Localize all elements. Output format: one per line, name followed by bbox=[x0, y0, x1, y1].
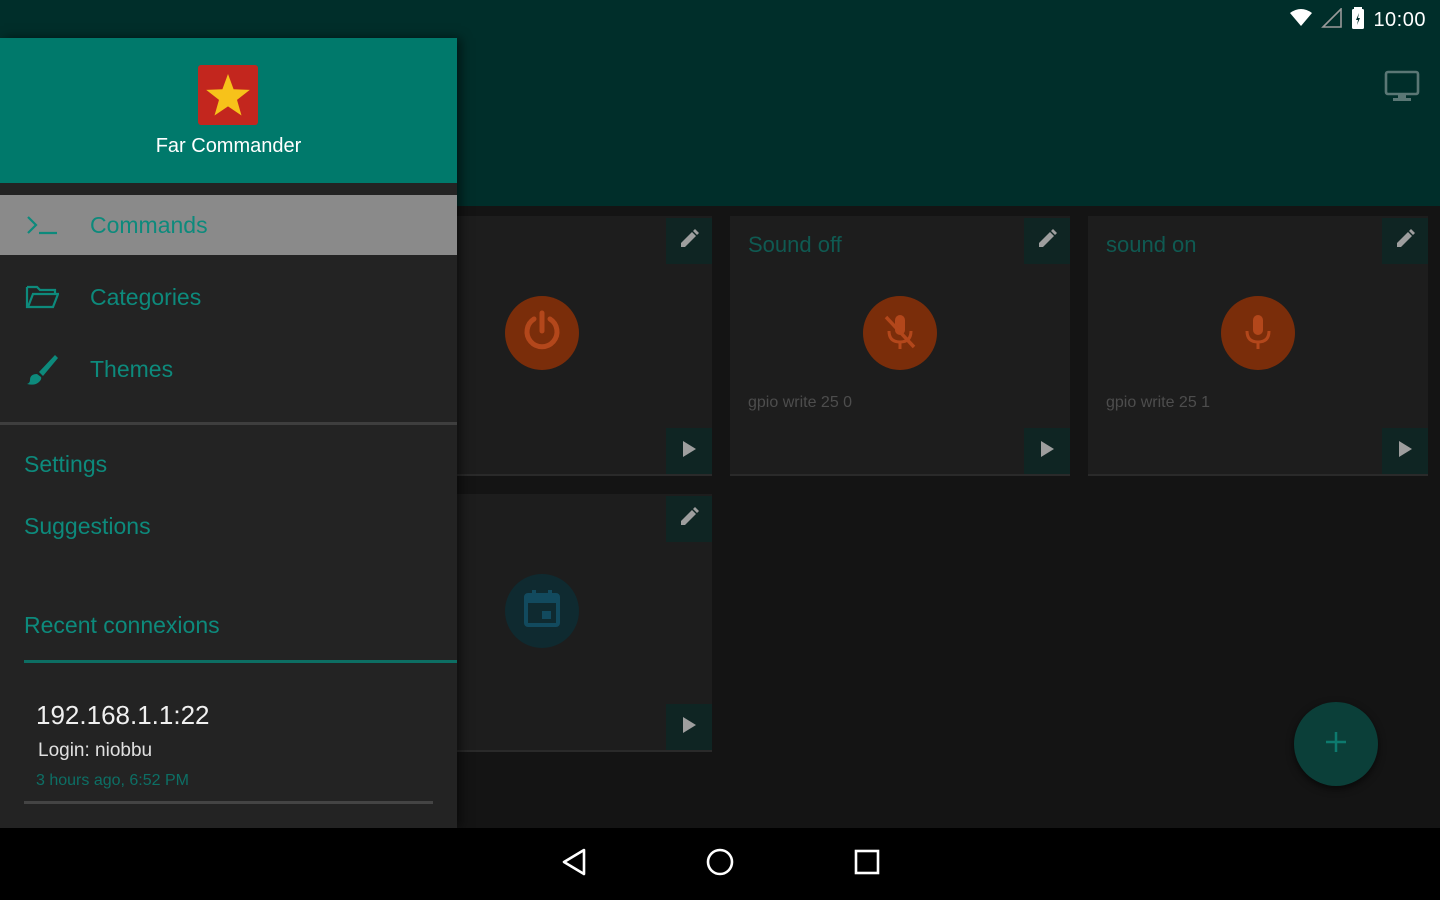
system-nav-bar bbox=[0, 828, 1440, 900]
app-name: Far Commander bbox=[155, 135, 302, 157]
card-title: Sound off bbox=[748, 232, 842, 257]
command-icon-circle bbox=[505, 296, 579, 370]
command-icon-circle bbox=[1221, 296, 1295, 370]
star-logo bbox=[198, 65, 258, 125]
play-icon bbox=[681, 440, 697, 463]
status-icons: 10:00 bbox=[1289, 6, 1426, 34]
terminal-icon bbox=[24, 207, 60, 243]
cell-signal-icon bbox=[1321, 6, 1343, 33]
battery-icon bbox=[1351, 6, 1365, 34]
pencil-icon bbox=[1036, 228, 1058, 255]
edit-button[interactable] bbox=[666, 496, 712, 542]
recent-connections-title: Recent connexions bbox=[24, 612, 220, 638]
drawer-header: Far Commander bbox=[0, 38, 457, 183]
connection-login: Login: niobbu bbox=[38, 740, 153, 761]
back-icon bbox=[560, 847, 588, 882]
mic-icon bbox=[1236, 309, 1280, 358]
suggestions-link[interactable]: Suggestions bbox=[24, 513, 151, 540]
pencil-icon bbox=[678, 228, 700, 255]
brush-icon bbox=[24, 351, 60, 387]
run-button[interactable] bbox=[666, 704, 712, 750]
edit-button[interactable] bbox=[1382, 218, 1428, 264]
divider bbox=[0, 422, 457, 425]
command-icon-circle bbox=[863, 296, 937, 370]
navigation-drawer: Far Commander Commands Categories Themes… bbox=[0, 38, 457, 828]
pencil-icon bbox=[678, 506, 700, 533]
play-icon bbox=[681, 716, 697, 739]
play-icon bbox=[1397, 440, 1413, 463]
command-card[interactable]: Sound off gpio write 25 0 bbox=[730, 216, 1070, 476]
play-icon bbox=[1039, 440, 1055, 463]
card-title: sound on bbox=[1106, 232, 1197, 257]
menu-item-categories[interactable]: Categories bbox=[0, 267, 457, 327]
connection-time: 3 hours ago, 6:52 PM bbox=[36, 772, 189, 789]
recents-icon bbox=[853, 848, 881, 881]
calendar-icon bbox=[520, 587, 564, 636]
menu-item-label: Categories bbox=[90, 283, 202, 310]
run-button[interactable] bbox=[1024, 428, 1070, 474]
home-button[interactable] bbox=[700, 844, 740, 884]
settings-link[interactable]: Settings bbox=[24, 451, 107, 478]
mic-off-icon bbox=[878, 309, 922, 358]
menu-item-label: Themes bbox=[90, 355, 174, 382]
run-button[interactable] bbox=[1382, 428, 1428, 474]
power-icon bbox=[519, 308, 565, 359]
home-icon bbox=[705, 847, 735, 882]
run-button[interactable] bbox=[666, 428, 712, 474]
pencil-icon bbox=[1394, 228, 1416, 255]
wifi-icon bbox=[1289, 8, 1313, 33]
edit-button[interactable] bbox=[1024, 218, 1070, 264]
plus-icon bbox=[1323, 729, 1349, 760]
menu-item-commands[interactable]: Commands bbox=[0, 195, 457, 255]
folder-open-icon bbox=[24, 279, 60, 315]
divider bbox=[24, 801, 433, 804]
command-icon-circle bbox=[505, 574, 579, 648]
divider bbox=[24, 660, 457, 663]
recents-button[interactable] bbox=[847, 844, 887, 884]
status-time: 10:00 bbox=[1373, 8, 1426, 31]
command-card[interactable]: sound on gpio write 25 1 bbox=[1088, 216, 1428, 476]
card-command: gpio write 25 1 bbox=[1106, 394, 1211, 411]
add-command-button[interactable] bbox=[1294, 702, 1378, 786]
status-bar: 10:00 bbox=[0, 0, 1440, 40]
menu-item-themes[interactable]: Themes bbox=[0, 339, 457, 399]
monitor-icon bbox=[1384, 70, 1420, 107]
edit-button[interactable] bbox=[666, 218, 712, 264]
back-button[interactable] bbox=[554, 844, 594, 884]
card-command: gpio write 25 0 bbox=[748, 394, 853, 411]
menu-item-label: Commands bbox=[90, 211, 208, 238]
monitor-button[interactable] bbox=[1382, 68, 1422, 108]
connection-host: 192.168.1.1:22 bbox=[36, 700, 210, 730]
